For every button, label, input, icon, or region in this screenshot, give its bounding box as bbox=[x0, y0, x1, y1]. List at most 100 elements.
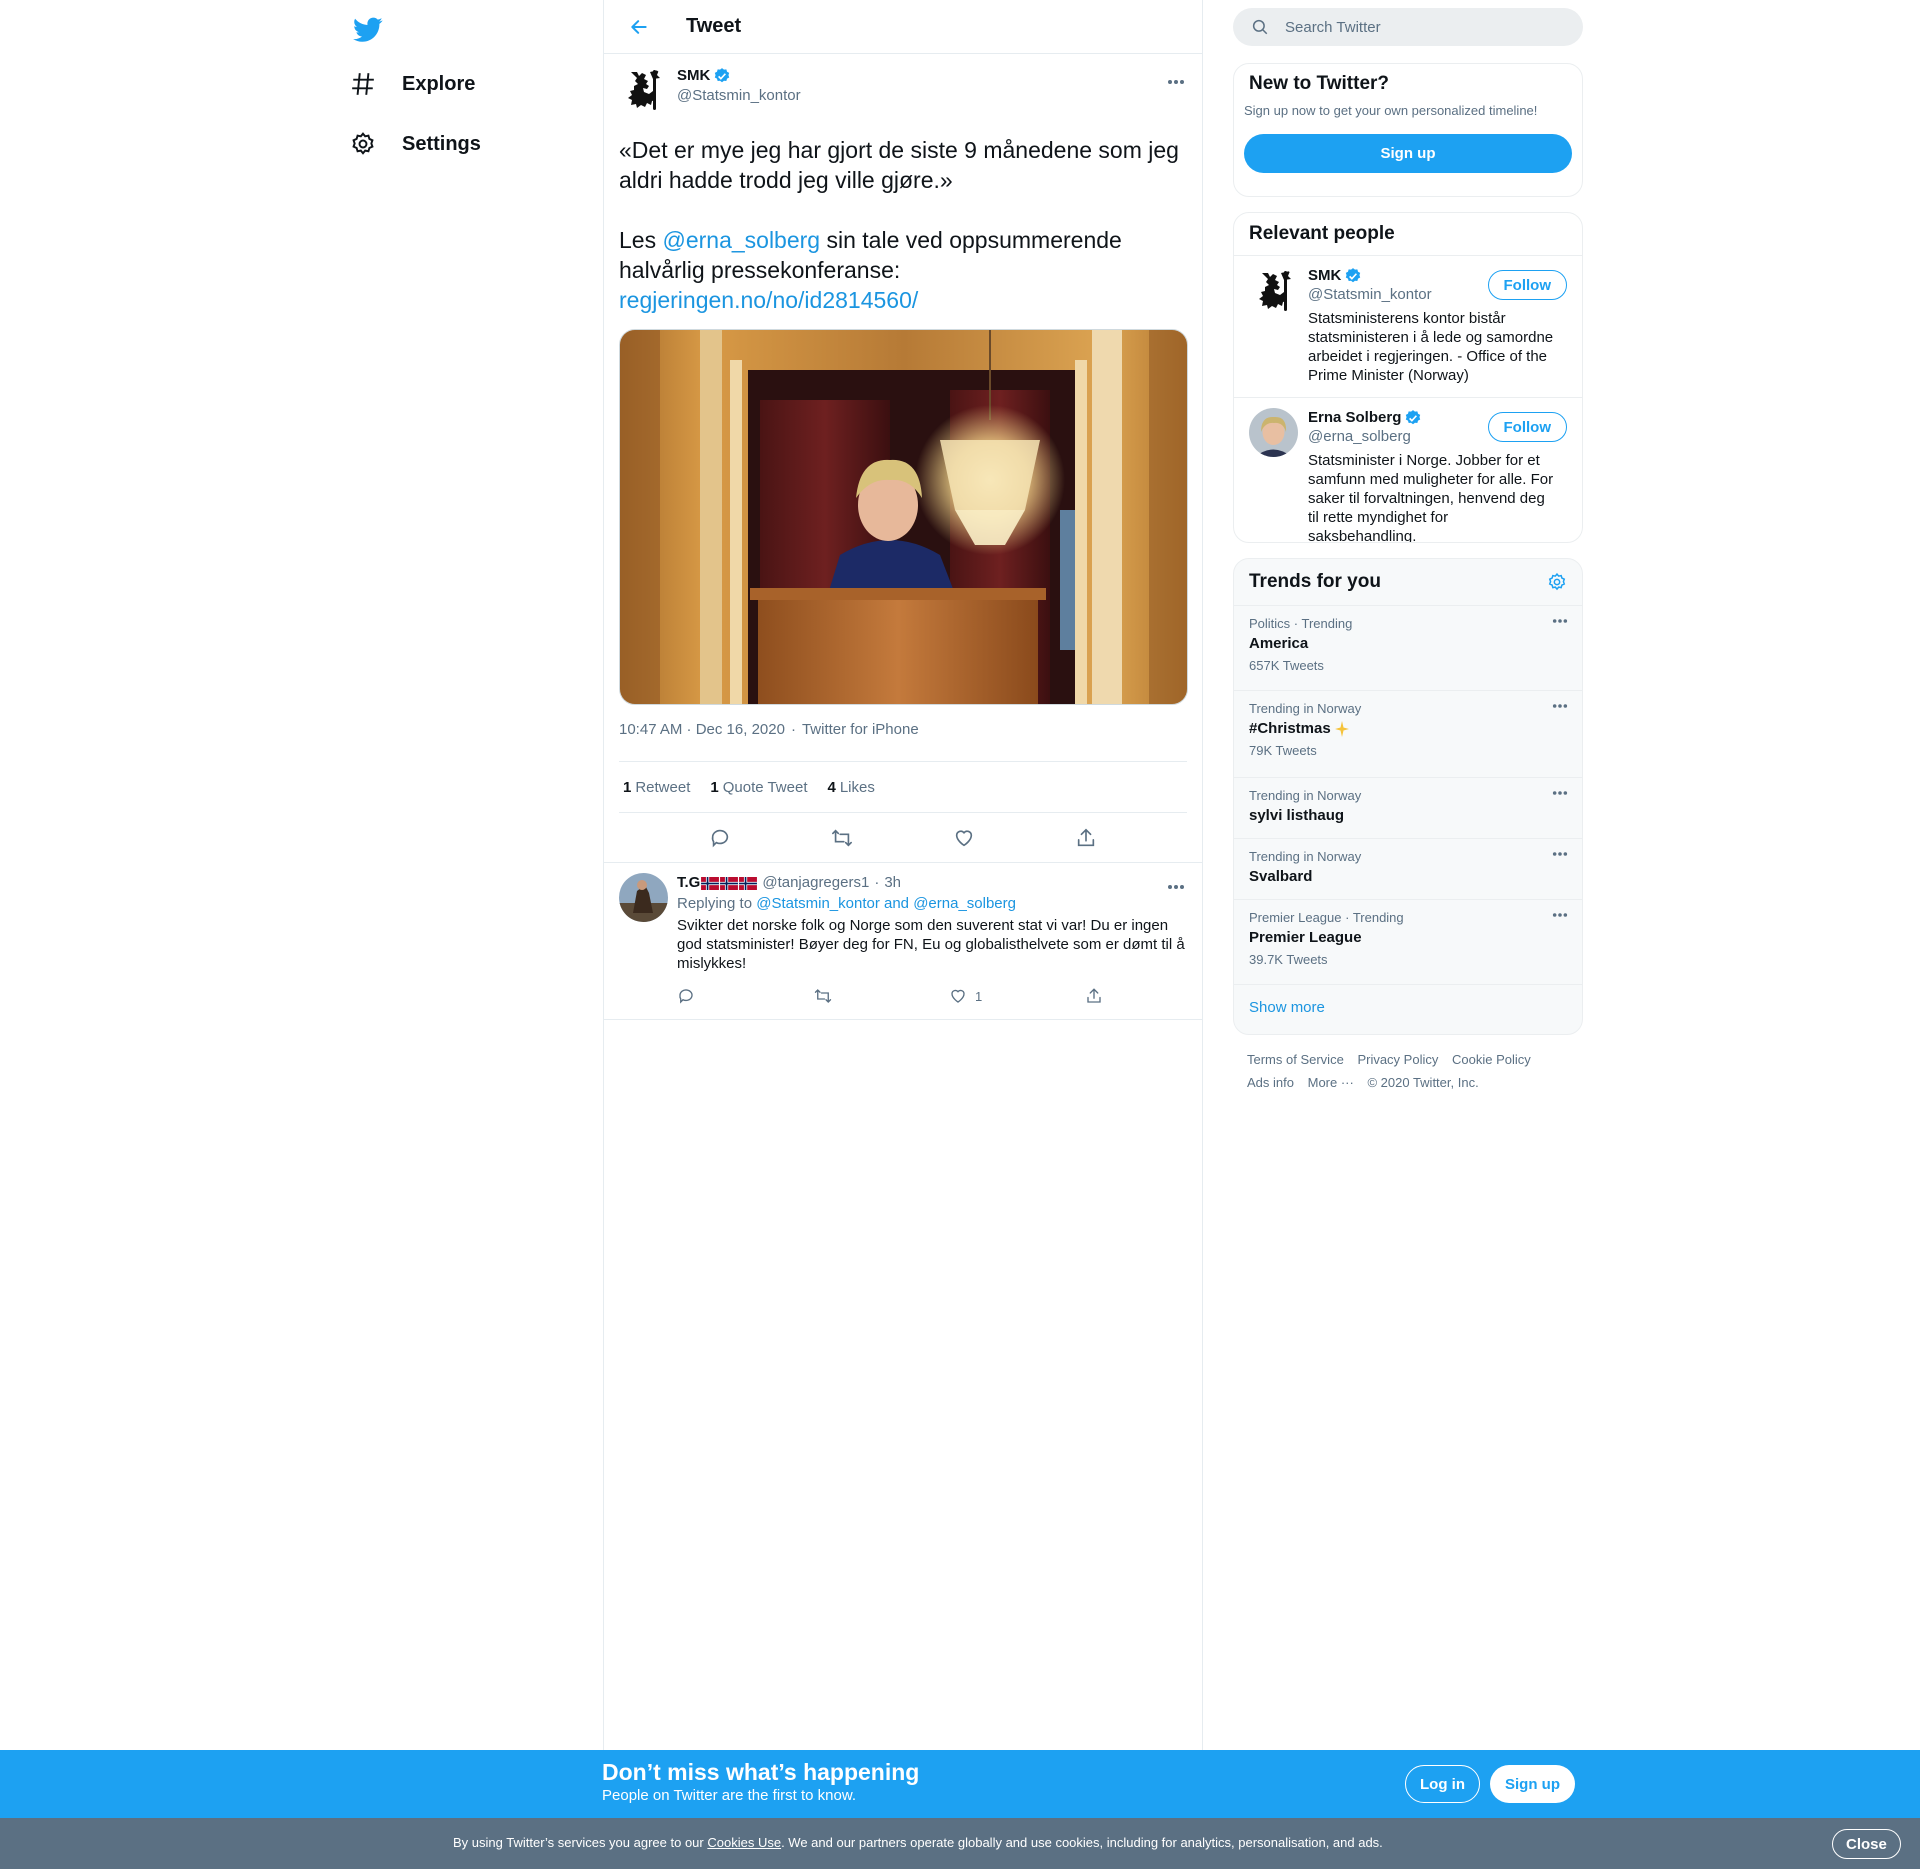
search-input[interactable] bbox=[1285, 18, 1565, 36]
quote-count-label: Quote Tweet bbox=[722, 778, 808, 796]
cookie-text-prefix: By using Twitter’s services you agree to… bbox=[453, 1835, 708, 1850]
twitter-logo-icon[interactable] bbox=[348, 10, 388, 50]
reply-button[interactable] bbox=[703, 821, 737, 855]
trends-title: Trends for you bbox=[1249, 571, 1381, 592]
trend-item[interactable]: Politics · Trending America 657K Tweets bbox=[1234, 605, 1582, 690]
nav-settings[interactable]: Settings bbox=[348, 119, 481, 169]
reply-like-button[interactable]: 1 bbox=[949, 987, 1085, 1005]
reply-handle[interactable]: @tanjagregers1 bbox=[762, 873, 869, 893]
author-name-row[interactable]: SMK bbox=[677, 66, 801, 86]
trend-item[interactable]: Trending in Norway sylvi listhaug bbox=[1234, 777, 1582, 838]
mention-link[interactable]: @erna_solberg bbox=[662, 227, 820, 253]
photo-press-conference bbox=[620, 330, 1187, 704]
avatar[interactable] bbox=[619, 873, 668, 922]
signup-button[interactable]: Sign up bbox=[1490, 1765, 1575, 1803]
trend-item[interactable]: Premier League · Trending Premier League… bbox=[1234, 899, 1582, 984]
nav-settings-label: Settings bbox=[402, 132, 481, 155]
reply-age[interactable]: 3h bbox=[884, 873, 901, 893]
norway-flag-icon bbox=[739, 876, 758, 890]
share-button[interactable] bbox=[1069, 821, 1103, 855]
cookie-close-button[interactable]: Close bbox=[1832, 1829, 1901, 1859]
footer-link-terms[interactable]: Terms of Service bbox=[1247, 1052, 1344, 1067]
reply-like-count: 1 bbox=[975, 988, 983, 1004]
sidebar-signup-button[interactable]: Sign up bbox=[1244, 134, 1572, 173]
signup-banner-title: Don’t miss what’s happening bbox=[602, 1759, 920, 1785]
new-to-twitter-title: New to Twitter? bbox=[1249, 73, 1390, 94]
replying-to-accounts[interactable]: @Statsmin_kontor and @erna_solberg bbox=[756, 895, 1016, 912]
like-button[interactable] bbox=[947, 821, 981, 855]
quote-tweet-count[interactable]: 1 Quote Tweet bbox=[710, 779, 807, 796]
tweet-timestamp[interactable]: 10:47 AM · Dec 16, 2020 bbox=[619, 721, 785, 745]
retweet-button[interactable] bbox=[825, 821, 859, 855]
show-more-link[interactable]: Show more bbox=[1234, 984, 1582, 1034]
trend-more-button[interactable] bbox=[1552, 703, 1568, 709]
main-tweet: SMK @Statsmin_kontor «Det er mye jeg har… bbox=[604, 54, 1202, 862]
reply-tweet[interactable]: T.G @tanjagregers1 · 3h Replying to @Sta… bbox=[604, 862, 1202, 1020]
person-bio: Statsministerens kontor bistår statsmini… bbox=[1308, 310, 1554, 384]
follow-button[interactable]: Follow bbox=[1487, 412, 1567, 442]
likes-count-value: 4 bbox=[827, 778, 836, 796]
reply-icon bbox=[679, 989, 693, 1004]
norway-flag-icon bbox=[720, 876, 739, 890]
reply-reply-button[interactable] bbox=[677, 987, 813, 1005]
cookies-use-link[interactable]: Cookies Use bbox=[707, 1835, 781, 1850]
footer-link-privacy[interactable]: Privacy Policy bbox=[1357, 1052, 1438, 1067]
url-link[interactable]: regjeringen.no/no/id2814560/ bbox=[619, 287, 918, 313]
new-to-twitter-card: New to Twitter? Sign up now to get your … bbox=[1233, 63, 1583, 197]
retweet-count[interactable]: 1 Retweet bbox=[623, 779, 690, 796]
footer-link-ads[interactable]: Ads info bbox=[1247, 1075, 1294, 1090]
footer-link-cookie[interactable]: Cookie Policy bbox=[1452, 1052, 1531, 1067]
trend-more-button[interactable] bbox=[1552, 618, 1568, 624]
search-box[interactable] bbox=[1233, 8, 1583, 46]
likes-count[interactable]: 4 Likes bbox=[828, 779, 875, 796]
more-options-button[interactable] bbox=[1164, 70, 1188, 94]
reply-text: Svikter det norske folk og Norge som den… bbox=[677, 917, 1185, 972]
trends-settings-button[interactable] bbox=[1547, 572, 1567, 592]
avatar[interactable] bbox=[619, 66, 667, 114]
back-button[interactable] bbox=[620, 8, 658, 46]
reply-more-options-button[interactable] bbox=[1164, 875, 1188, 899]
more-dots-icon bbox=[1552, 619, 1568, 623]
trend-item[interactable]: Trending in Norway #Christmas 79K Tweets bbox=[1234, 690, 1582, 777]
login-button[interactable]: Log in bbox=[1405, 1765, 1480, 1803]
verified-badge-icon bbox=[1346, 268, 1361, 283]
heart-icon bbox=[951, 989, 965, 1003]
main-header: Tweet bbox=[604, 0, 1202, 54]
signup-banner: Don’t miss what’s happening People on Tw… bbox=[0, 1750, 1920, 1818]
follow-button[interactable]: Follow bbox=[1487, 270, 1567, 300]
tweet-actions bbox=[619, 813, 1187, 862]
trend-more-button[interactable] bbox=[1552, 912, 1568, 918]
avatar[interactable] bbox=[1249, 266, 1298, 315]
trend-name: Premier League bbox=[1249, 929, 1362, 946]
trend-more-button[interactable] bbox=[1552, 790, 1568, 796]
trend-name: Svalbard bbox=[1249, 868, 1313, 885]
nav-explore-label: Explore bbox=[402, 72, 476, 95]
reply-icon bbox=[711, 829, 729, 847]
meta-separator: · bbox=[790, 721, 796, 738]
nav-explore[interactable]: Explore bbox=[348, 59, 475, 109]
trend-name-row: #Christmas bbox=[1249, 719, 1567, 739]
footer-link-more[interactable]: More ··· bbox=[1308, 1075, 1354, 1090]
tweet-photo[interactable] bbox=[619, 329, 1188, 705]
trend-more-button[interactable] bbox=[1552, 851, 1568, 857]
tweet-header: SMK @Statsmin_kontor bbox=[619, 66, 1187, 118]
share-icon bbox=[1077, 828, 1095, 846]
trend-meta: Trending in Norway bbox=[1249, 788, 1362, 803]
trend-item[interactable]: Trending in Norway Svalbard bbox=[1234, 838, 1582, 899]
person-name: Erna Solberg bbox=[1308, 409, 1402, 426]
tweet-source[interactable]: Twitter for iPhone bbox=[802, 721, 919, 745]
retweet-count-label: Retweet bbox=[635, 778, 691, 796]
person-item-erna-solberg[interactable]: Erna Solberg @erna_solberg Statsminister… bbox=[1234, 397, 1582, 542]
more-dots-icon bbox=[1168, 885, 1184, 889]
tweet-author: SMK @Statsmin_kontor bbox=[677, 66, 801, 106]
person-item-smk[interactable]: SMK @Statsmin_kontor Statsministerens ko… bbox=[1234, 255, 1582, 397]
footer-copyright: © 2020 Twitter, Inc. bbox=[1367, 1075, 1479, 1090]
signup-banner-text: Don’t miss what’s happening People on Tw… bbox=[602, 1758, 919, 1806]
trend-name: sylvi listhaug bbox=[1249, 807, 1345, 824]
gear-icon bbox=[348, 129, 378, 159]
reply-retweet-button[interactable] bbox=[813, 987, 949, 1005]
reply-share-button[interactable] bbox=[1085, 987, 1103, 1005]
tweet-text-les: Les bbox=[619, 227, 663, 253]
reply-author[interactable]: T.G bbox=[677, 873, 758, 893]
avatar[interactable] bbox=[1249, 408, 1298, 457]
